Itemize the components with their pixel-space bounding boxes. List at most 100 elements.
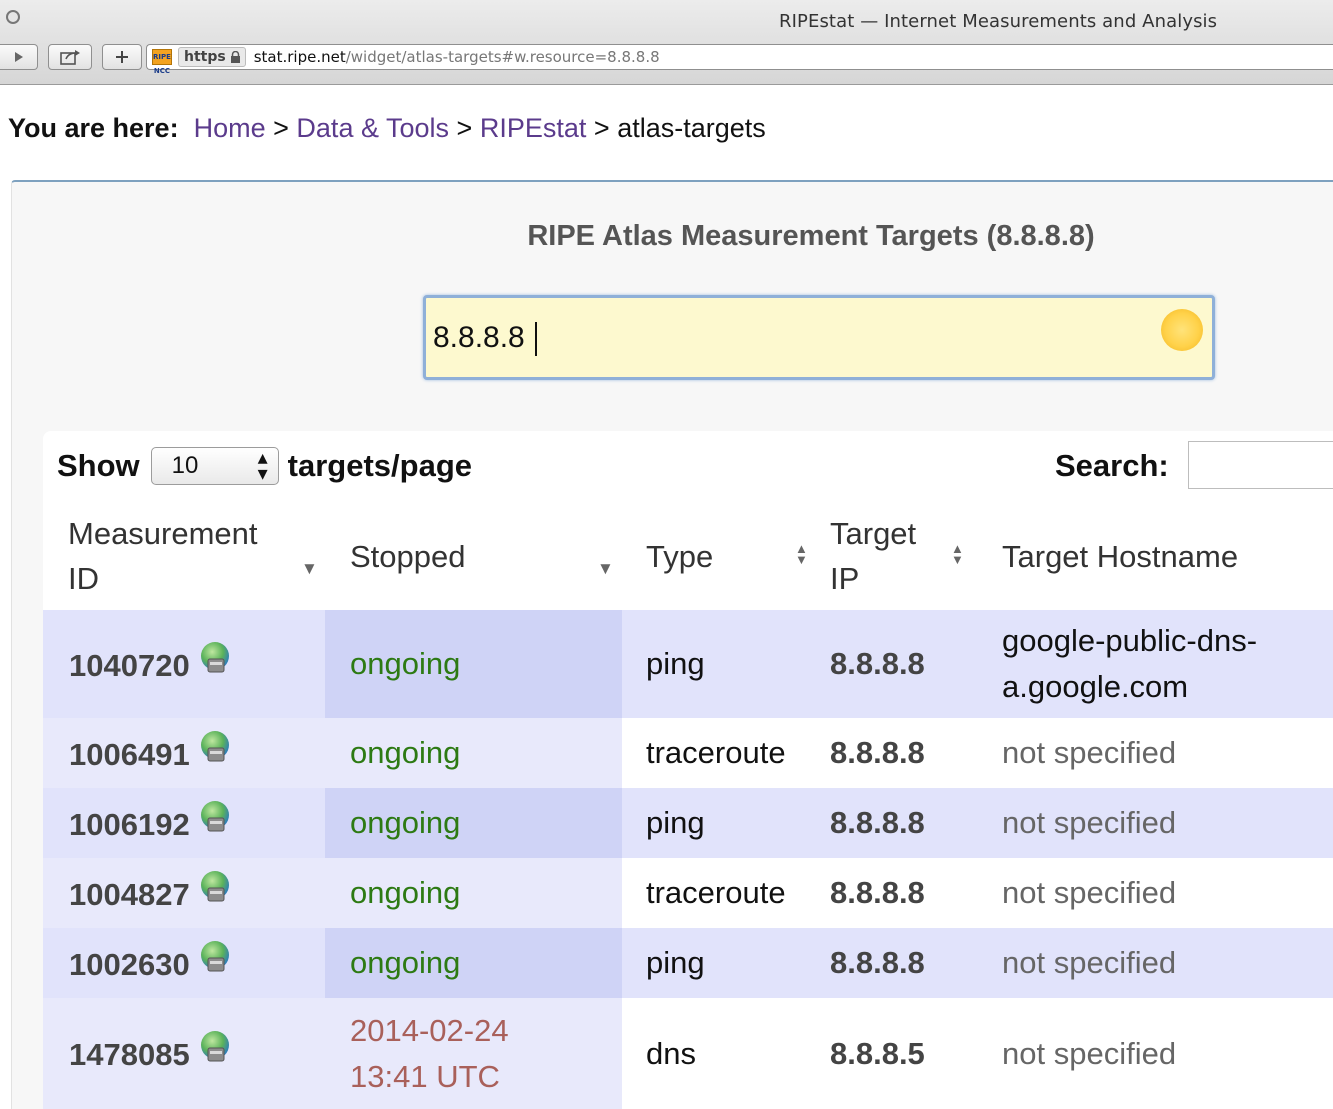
widget-title: RIPE Atlas Measurement Targets (8.8.8.8) [527,220,1095,252]
measurement-id-cell: 1006491 [43,718,325,788]
status-ongoing: ongoing [350,875,461,910]
sort-both-icon: ▲ ▼ [951,541,964,567]
page-size-select[interactable]: 10 ▴ ▾ [150,447,279,485]
type-cell: dns [622,998,826,1109]
measurement-id-cell: 1040720 [43,610,325,718]
table-row[interactable]: 1004827 ongoing traceroute 8.8.8.8 not s… [43,858,1333,928]
sort-desc-icon: ▼ [597,559,614,578]
measurement-id: 1006491 [69,736,190,772]
measurement-id: 1006192 [69,806,190,842]
address-bar[interactable]: RIPE NCC https stat.ripe.net/widget/atla… [146,44,1333,75]
target-ip-cell: 8.8.8.8 [826,928,998,998]
stopped-time: 13:41 UTC [350,1058,500,1094]
resource-input[interactable] [433,318,1133,358]
globe-icon[interactable] [196,729,234,767]
window-title: RIPEstat — Internet Measurements and Ana… [779,11,1218,32]
sort-both-icon: ▲ ▼ [795,541,808,567]
hostname-not-specified: not specified [1002,1035,1177,1071]
column-header-type[interactable]: Type ▲ ▼ [622,503,826,610]
hostname-line: a.google.com [1002,669,1189,704]
table-row[interactable]: 1040720 ongoing ping 8.8.8.8 google-publ… [43,610,1333,718]
status-ongoing: ongoing [350,805,461,840]
target-hostname-cell: not specified [998,998,1333,1109]
target-ip-cell: 8.8.8.5 [826,998,998,1109]
table-header-row: Measurement ID ▼ Stopped ▼ Type ▲ ▼ Targe… [43,503,1333,610]
stopped-cell: 2014-02-24 13:41 UTC [325,998,622,1109]
breadcrumb-home-link[interactable]: Home [194,113,266,143]
breadcrumb: You are here: Home > Data & Tools > RIPE… [8,113,766,144]
table-row[interactable]: 1006192 ongoing ping 8.8.8.8 not specifi… [43,788,1333,858]
window-close-icon[interactable] [6,10,20,24]
target-ip-cell: 8.8.8.8 [826,858,998,928]
type-cell: ping [622,928,826,998]
page-size-suffix: targets/page [287,448,473,483]
share-icon [60,50,80,65]
globe-icon[interactable] [196,869,234,907]
column-header-label: Measurement [68,516,258,551]
breadcrumb-data-tools-link[interactable]: Data & Tools [296,113,449,143]
status-ongoing: ongoing [350,945,461,980]
column-header-measurement-id[interactable]: Measurement ID ▼ [43,503,325,610]
new-tab-button[interactable] [102,44,142,70]
globe-icon[interactable] [196,939,234,977]
target-ip-cell: 8.8.8.8 [826,610,998,718]
search-input[interactable] [1188,441,1333,489]
breadcrumb-label: You are here: [8,113,179,143]
hostname-not-specified: not specified [1002,805,1177,840]
select-arrows-icon: ▴ ▾ [257,447,268,485]
globe-icon[interactable] [196,799,234,837]
targets-table: Measurement ID ▼ Stopped ▼ Type ▲ ▼ Targe… [43,503,1333,1109]
sort-desc-icon: ▼ [301,559,318,578]
type-cell: ping [622,610,826,718]
breadcrumb-current: atlas-targets [617,113,766,143]
status-ongoing: ongoing [350,646,461,681]
target-hostname-cell: not specified [998,928,1333,998]
play-icon [14,52,23,62]
type-cell: traceroute [622,718,826,788]
share-button[interactable] [48,44,92,70]
url-host: stat.ripe.net [253,48,346,66]
forward-button[interactable] [0,44,38,70]
breadcrumb-separator: > [456,113,473,143]
column-header-target-ip[interactable]: Target IP ▲ ▼ [826,503,998,610]
stopped-date: 2014-02-24 [350,1012,509,1048]
column-header-label: Stopped [350,539,466,574]
resource-field[interactable] [423,295,1215,380]
table-row[interactable]: 1006491 ongoing traceroute 8.8.8.8 not s… [43,718,1333,788]
url-path: /widget/atlas-targets#w.resource=8.8.8.8 [345,48,660,66]
type-cell: ping [622,788,826,858]
url-text: stat.ripe.net/widget/atlas-targets#w.res… [254,48,660,66]
column-header-stopped[interactable]: Stopped ▼ [325,503,622,610]
measurement-id-cell: 1478085 [43,998,325,1109]
globe-icon[interactable] [196,1029,234,1067]
https-badge[interactable]: https [178,47,246,67]
measurement-id-cell: 1002630 [43,928,325,998]
stopped-cell: ongoing [325,610,622,718]
target-ip-cell: 8.8.8.8 [826,718,998,788]
measurement-id-cell: 1004827 [43,858,325,928]
target-hostname-cell: not specified [998,788,1333,858]
sun-icon [1161,309,1203,351]
hostname-line: google-public-dns- [1002,623,1258,658]
measurement-id: 1002630 [69,946,190,982]
stopped-cell: ongoing [325,718,622,788]
column-header-label: Target Hostname [1002,539,1239,574]
measurement-id-cell: 1006192 [43,788,325,858]
lock-icon [230,51,240,63]
target-hostname-cell: not specified [998,718,1333,788]
column-header-label: ID [68,561,99,596]
table-row[interactable]: 1002630 ongoing ping 8.8.8.8 not specifi… [43,928,1333,998]
breadcrumb-separator: > [273,113,289,143]
stopped-cell: ongoing [325,858,622,928]
breadcrumb-ripestat-link[interactable]: RIPEstat [480,113,587,143]
type-cell: traceroute [622,858,826,928]
column-header-label: IP [830,561,860,596]
stopped-cell: ongoing [325,788,622,858]
plus-icon [116,51,128,63]
breadcrumb-separator: > [593,113,610,143]
globe-icon[interactable] [196,640,234,678]
status-ongoing: ongoing [350,735,461,770]
table-row[interactable]: 1478085 2014-02-24 13:41 UTC dns 8.8.8.5… [43,998,1333,1109]
column-header-target-hostname[interactable]: Target Hostname [998,503,1333,610]
hostname-not-specified: not specified [1002,735,1177,770]
